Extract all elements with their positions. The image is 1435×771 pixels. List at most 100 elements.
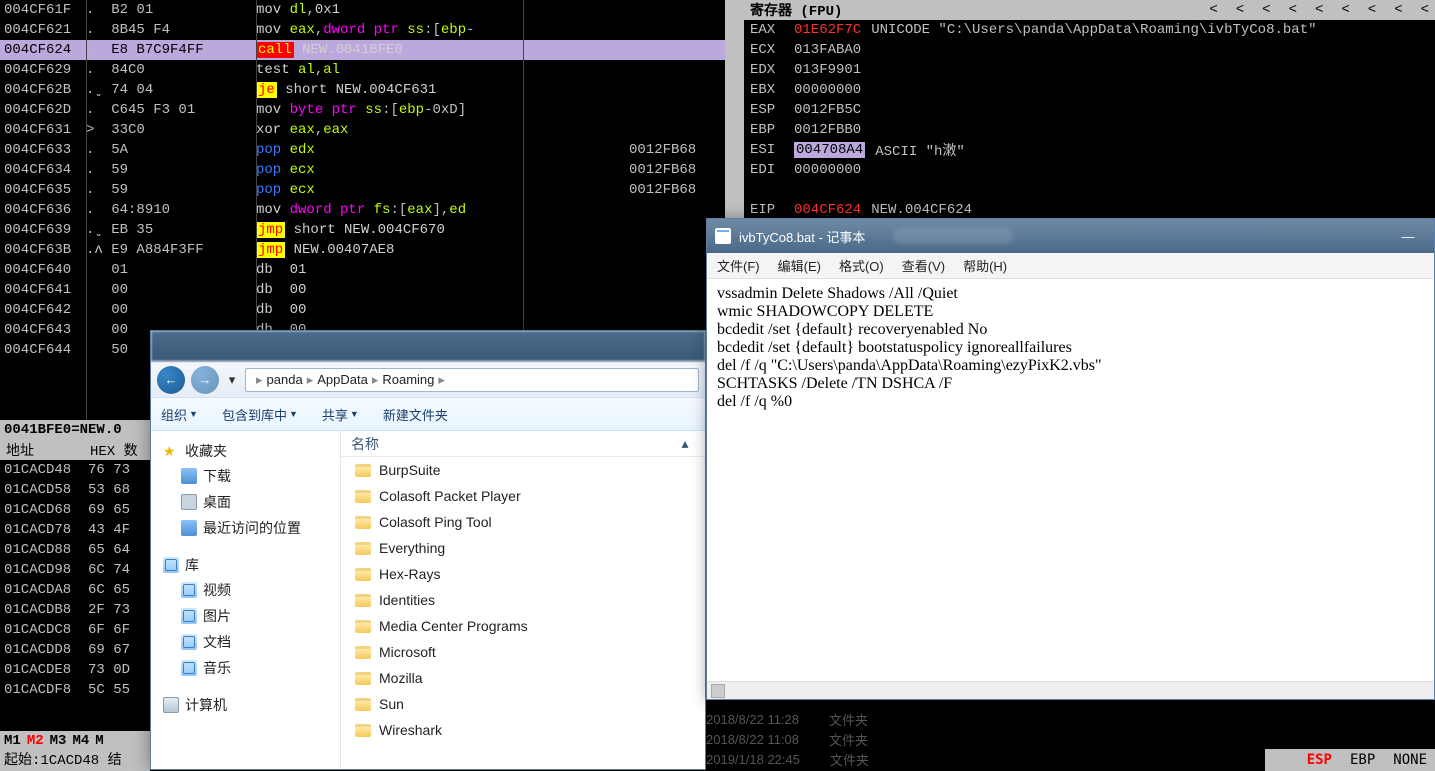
breadcrumb-item[interactable]: Roaming: [382, 372, 434, 387]
reg-scroll-button[interactable]: <: [1394, 2, 1402, 18]
disasm-row[interactable]: 004CF635. 59pop ecx0012FB68: [0, 180, 725, 200]
reg-scroll-button[interactable]: <: [1315, 2, 1323, 18]
registers-pane[interactable]: 寄存器 (FPU) <<<<<<<<< EAX01E62F7CUNICODE "…: [744, 0, 1435, 220]
sidebar-computer[interactable]: 计算机: [151, 693, 340, 717]
sidebar-item-pictures[interactable]: 图片: [151, 603, 340, 629]
reg-scroll-button[interactable]: <: [1341, 2, 1349, 18]
hex-row[interactable]: 01CACD986C 74: [0, 560, 150, 580]
register-row[interactable]: EAX01E62F7CUNICODE "C:\Users\panda\AppDa…: [744, 20, 1435, 40]
register-row[interactable]: ESP0012FB5C: [744, 100, 1435, 120]
breadcrumb-item[interactable]: AppData: [317, 372, 368, 387]
reg-scroll-button[interactable]: <: [1262, 2, 1270, 18]
disasm-row[interactable]: 004CF641 00db 00: [0, 280, 725, 300]
folder-item[interactable]: Media Center Programs: [341, 613, 705, 639]
hex-row[interactable]: 01CACDF85C 55: [0, 680, 150, 700]
breadcrumb-item[interactable]: panda: [267, 372, 303, 387]
sidebar-item-documents[interactable]: 文档: [151, 629, 340, 655]
reg-scroll-button[interactable]: <: [1289, 2, 1297, 18]
hex-row[interactable]: 01CACD7843 4F: [0, 520, 150, 540]
nav-forward-button[interactable]: →: [191, 366, 219, 394]
disasm-row[interactable]: 004CF634. 59pop ecx0012FB68: [0, 160, 725, 180]
reg-scroll-button[interactable]: <: [1209, 2, 1217, 18]
nav-back-button[interactable]: ←: [157, 366, 185, 394]
folder-item[interactable]: Colasoft Packet Player: [341, 483, 705, 509]
notepad-window[interactable]: ivbTyCo8.bat - 记事本 — 文件(F) 编辑(E) 格式(O) 查…: [706, 218, 1435, 700]
minimize-button[interactable]: —: [1390, 229, 1426, 244]
include-library-button[interactable]: 包含到库中▼: [222, 405, 298, 424]
disasm-row[interactable]: 004CF61F. B2 01mov dl,0x1: [0, 0, 725, 20]
register-row[interactable]: EIP004CF624NEW.004CF624: [744, 200, 1435, 220]
hex-row[interactable]: 01CACD4876 73: [0, 460, 150, 480]
breadcrumb[interactable]: ▸ panda ▸ AppData ▸ Roaming ▸: [245, 368, 699, 392]
hex-m-label[interactable]: M: [95, 733, 103, 749]
sidebar-item-downloads[interactable]: 下载: [151, 463, 340, 489]
notepad-titlebar[interactable]: ivbTyCo8.bat - 记事本 —: [707, 219, 1434, 253]
nav-history-dropdown[interactable]: ▾: [225, 372, 239, 388]
register-row[interactable]: EDI00000000: [744, 160, 1435, 180]
register-row[interactable]: EBX00000000: [744, 80, 1435, 100]
disasm-row[interactable]: 004CF636. 64:8910mov dword ptr fs:[eax],…: [0, 200, 725, 220]
reg-scroll-button[interactable]: <: [1421, 2, 1429, 18]
folder-item[interactable]: Everything: [341, 535, 705, 561]
disasm-row[interactable]: 004CF639.ˬ EB 35jmp short NEW.004CF670: [0, 220, 725, 240]
column-name[interactable]: 名称: [351, 434, 675, 454]
folder-item[interactable]: Microsoft: [341, 639, 705, 665]
disasm-row[interactable]: 004CF62D. C645 F3 01mov byte ptr ss:[ebp…: [0, 100, 725, 120]
sidebar-item-desktop[interactable]: 桌面: [151, 489, 340, 515]
share-button[interactable]: 共享▼: [322, 405, 359, 424]
hex-m-label[interactable]: M2: [27, 733, 44, 749]
reg-scroll-button[interactable]: <: [1236, 2, 1244, 18]
organize-button[interactable]: 组织▼: [161, 405, 198, 424]
disasm-row[interactable]: 004CF640 01db 01: [0, 260, 725, 280]
horizontal-scrollbar[interactable]: [707, 681, 1434, 699]
disasm-row[interactable]: 004CF63B.ʌ E9 A884F3FFjmp NEW.00407AE8: [0, 240, 725, 260]
column-sort-icon[interactable]: ▴: [675, 435, 695, 452]
hex-row[interactable]: 01CACDA86C 65: [0, 580, 150, 600]
hex-row[interactable]: 01CACDE873 0D: [0, 660, 150, 680]
register-row[interactable]: ECX013FABA0: [744, 40, 1435, 60]
hex-m-label[interactable]: M3: [50, 733, 67, 749]
folder-item[interactable]: Mozilla: [341, 665, 705, 691]
folder-item[interactable]: Hex-Rays: [341, 561, 705, 587]
disasm-row[interactable]: 004CF629. 84C0test al,al: [0, 60, 725, 80]
menu-file[interactable]: 文件(F): [717, 256, 760, 275]
menu-help[interactable]: 帮助(H): [963, 256, 1007, 275]
disasm-row[interactable]: 004CF633. 5Apop edx0012FB68: [0, 140, 725, 160]
hex-row[interactable]: 01CACD6869 65: [0, 500, 150, 520]
hex-m-label[interactable]: M1: [4, 733, 21, 749]
notepad-text-area[interactable]: vssadmin Delete Shadows /All /Quiet wmic…: [707, 279, 1434, 681]
new-folder-button[interactable]: 新建文件夹: [383, 405, 448, 424]
folder-item[interactable]: Sun: [341, 691, 705, 717]
explorer-window[interactable]: ← → ▾ ▸ panda ▸ AppData ▸ Roaming ▸ 组织▼ …: [150, 330, 706, 770]
hex-row[interactable]: 01CACD5853 68: [0, 480, 150, 500]
disasm-row[interactable]: 004CF621. 8B45 F4mov eax,dword ptr ss:[e…: [0, 20, 725, 40]
register-row[interactable]: [744, 180, 1435, 200]
hex-row[interactable]: 01CACDB82F 73: [0, 600, 150, 620]
sidebar-favorites[interactable]: ★收藏夹: [151, 439, 340, 463]
menu-edit[interactable]: 编辑(E): [778, 256, 821, 275]
disasm-row[interactable]: 004CF624. E8 B7C9F4FFcall NEW.0041BFE0: [0, 40, 725, 60]
hex-row[interactable]: 01CACDC86F 6F: [0, 620, 150, 640]
folder-item[interactable]: BurpSuite: [341, 457, 705, 483]
register-row[interactable]: ESI004708A4ASCII "h潄": [744, 140, 1435, 160]
register-row[interactable]: EBP0012FBB0: [744, 120, 1435, 140]
hex-m-label[interactable]: M4: [72, 733, 89, 749]
folder-item[interactable]: Wireshark: [341, 717, 705, 743]
sidebar-libraries[interactable]: 库: [151, 553, 340, 577]
disasm-row[interactable]: 004CF642 00db 00: [0, 300, 725, 320]
sidebar-item-video[interactable]: 视频: [151, 577, 340, 603]
sidebar-item-recent[interactable]: 最近访问的位置: [151, 515, 340, 541]
hex-row[interactable]: 01CACDD869 67: [0, 640, 150, 660]
folder-item[interactable]: Identities: [341, 587, 705, 613]
menu-view[interactable]: 查看(V): [902, 256, 945, 275]
sidebar-item-music[interactable]: 音乐: [151, 655, 340, 681]
folder-item[interactable]: Colasoft Ping Tool: [341, 509, 705, 535]
register-row[interactable]: EDX013F9901: [744, 60, 1435, 80]
hex-row[interactable]: 01CACD8865 64: [0, 540, 150, 560]
menu-format[interactable]: 格式(O): [839, 256, 884, 275]
disasm-row[interactable]: 004CF631> 33C0xor eax,eax: [0, 120, 725, 140]
reg-scroll-button[interactable]: <: [1368, 2, 1376, 18]
explorer-sidebar[interactable]: ★收藏夹 下载 桌面 最近访问的位置 库 视频 图片 文档 音乐 计算机: [151, 431, 341, 769]
explorer-file-list[interactable]: 名称 ▴ BurpSuiteColasoft Packet PlayerCola…: [341, 431, 705, 769]
hex-dump-pane[interactable]: 地址 HEX 数 01CACD4876 7301CACD5853 6801CAC…: [0, 440, 150, 771]
